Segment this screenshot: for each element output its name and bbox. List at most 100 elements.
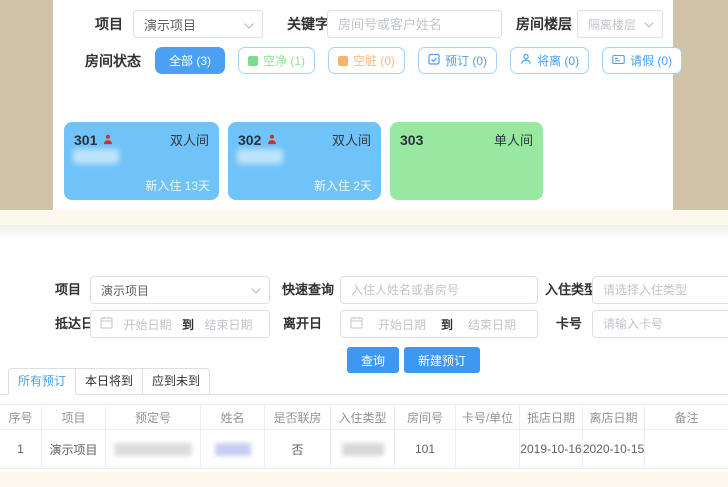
room-status-label: 房间状态 (85, 51, 141, 71)
project-label: 项目 (95, 10, 123, 38)
start-date-placeholder: 开始日期 (116, 316, 179, 333)
status-button-all-label: 全部 (3) (169, 52, 211, 69)
cell-project: 演示项目 (42, 430, 106, 468)
reservation-table: 序号 项目 预定号 姓名 是否联房 入住类型 房间号 卡号/单位 抵店日期 离店… (0, 404, 728, 469)
room-card-302[interactable]: 302 双人间 新入住 2天 (228, 122, 381, 200)
bottom-divider (0, 472, 728, 487)
status-button-all[interactable]: 全部 (3) (155, 47, 225, 74)
header-remark: 备注 (645, 405, 728, 429)
checkin-type-input[interactable] (592, 276, 728, 304)
card-number-label: 卡号 (556, 310, 582, 338)
query-button[interactable]: 查询 (347, 347, 399, 373)
arrival-date-range-picker[interactable]: 开始日期 到 结束日期 (90, 310, 270, 338)
room-type: 单人间 (494, 130, 533, 149)
project-select[interactable]: 演示项目 (133, 10, 263, 38)
table-row[interactable]: 1 演示项目 否 101 2019-10-16 2020-10-15 (0, 430, 728, 469)
redacted-guest-name (237, 149, 283, 164)
calendar-icon (350, 316, 363, 332)
header-project: 项目 (42, 405, 106, 429)
cell-remark (645, 430, 728, 468)
room-card-header: 302 双人间 (238, 130, 371, 149)
status-button-vacant-dirty[interactable]: 空脏 (0) (328, 47, 405, 74)
tab-expected-not-arrived[interactable]: 应到未到 (142, 368, 210, 395)
date-range-separator: 到 (182, 316, 194, 333)
departure-date-label: 离开日 (283, 310, 322, 338)
header-checkin-type: 入住类型 (331, 405, 395, 429)
room-type: 双人间 (332, 130, 371, 149)
room-card-303[interactable]: 303 单人间 (390, 122, 543, 200)
project-select-value: 演示项目 (144, 15, 196, 34)
tab-arriving-today[interactable]: 本日将到 (75, 368, 143, 395)
cell-name (201, 430, 265, 468)
quick-query-label: 快速查询 (282, 276, 334, 304)
status-button-reserved[interactable]: 预订 (0) (418, 47, 497, 74)
room-card-header: 301 双人间 (74, 130, 209, 149)
status-button-dirty-label: 空脏 (0) (353, 52, 395, 69)
table-header-row: 序号 项目 预定号 姓名 是否联房 入住类型 房间号 卡号/单位 抵店日期 离店… (0, 404, 728, 430)
room-note: 新入住 2天 (314, 177, 372, 194)
header-linked-room: 是否联房 (265, 405, 331, 429)
room-number: 302 (238, 132, 261, 148)
status-button-reserved-label: 预订 (0) (445, 52, 487, 69)
quick-query-input[interactable] (340, 276, 538, 304)
card-number-input[interactable] (592, 310, 728, 338)
header-arrival-date: 抵店日期 (520, 405, 583, 429)
id-card-icon (612, 54, 625, 68)
end-date-placeholder: 结束日期 (197, 316, 260, 333)
cell-index: 1 (0, 430, 42, 468)
header-index: 序号 (0, 405, 42, 429)
project-select-value: 演示项目 (101, 282, 149, 299)
status-button-vacant-clean[interactable]: 空净 (1) (238, 47, 315, 74)
guest-red-icon (102, 134, 113, 145)
project-select[interactable]: 演示项目 (90, 276, 270, 304)
calendar-check-icon (428, 53, 440, 68)
status-button-leaving[interactable]: 将离 (0) (510, 47, 589, 74)
status-button-on-leave[interactable]: 请假 (0) (602, 47, 682, 74)
header-departure-date: 离店日期 (583, 405, 645, 429)
header-card-unit: 卡号/单位 (456, 405, 520, 429)
cell-card-unit (456, 430, 520, 468)
chevron-down-icon (644, 17, 654, 31)
keyword-input[interactable] (327, 10, 502, 38)
floor-label: 房间楼层 (516, 10, 572, 38)
cell-reservation-no (106, 430, 201, 468)
project-label: 项目 (55, 276, 81, 304)
room-board-panel: 项目 演示项目 关键字 房间楼层 隔离楼层 房间状态 全部 (3) 空净 (1) (53, 0, 673, 210)
checkin-type-label: 入住类型 (545, 276, 597, 304)
redacted-guest-name (215, 443, 251, 456)
cell-arrival-date: 2019-10-16 (520, 430, 583, 468)
start-date-placeholder: 开始日期 (366, 316, 438, 333)
header-name: 姓名 (201, 405, 265, 429)
reservation-tabs: 所有预订 本日将到 应到未到 (8, 368, 210, 395)
floor-select-placeholder: 隔离楼层 (588, 16, 636, 33)
date-range-separator: 到 (441, 316, 453, 333)
room-status-filter: 房间状态 全部 (3) 空净 (1) 空脏 (0) 预订 (0) (85, 47, 682, 74)
screen: 项目 演示项目 关键字 房间楼层 隔离楼层 房间状态 全部 (3) 空净 (1) (0, 0, 728, 487)
person-icon (520, 53, 532, 68)
room-number: 301 (74, 132, 97, 148)
header-reservation-no: 预定号 (106, 405, 201, 429)
room-number: 303 (400, 132, 423, 148)
floor-select[interactable]: 隔离楼层 (577, 10, 663, 38)
status-button-leaving-label: 将离 (0) (537, 52, 579, 69)
status-button-clean-label: 空净 (1) (263, 52, 305, 69)
header-room-no: 房间号 (395, 405, 456, 429)
arrival-date-label: 抵达日 (55, 310, 94, 338)
status-button-on-leave-label: 请假 (0) (630, 52, 672, 69)
orange-square-icon (338, 56, 348, 66)
room-card-header: 303 单人间 (400, 130, 533, 149)
end-date-placeholder: 结束日期 (456, 316, 528, 333)
room-board-background: 项目 演示项目 关键字 房间楼层 隔离楼层 房间状态 全部 (3) 空净 (1) (0, 0, 728, 210)
chevron-down-icon (251, 283, 261, 297)
calendar-icon (100, 316, 113, 332)
redacted-guest-name (73, 149, 119, 164)
green-square-icon (248, 56, 258, 66)
tab-all-reservations[interactable]: 所有预订 (8, 368, 76, 395)
cell-linked-room: 否 (265, 430, 331, 468)
reservation-panel: 项目 演示项目 快速查询 入住类型 抵达日 开始日期 到 结束日期 离开日 开始… (0, 225, 728, 472)
room-card-301[interactable]: 301 双人间 新入住 13天 (64, 122, 219, 200)
departure-date-range-picker[interactable]: 开始日期 到 结束日期 (340, 310, 538, 338)
section-divider (0, 210, 728, 225)
new-reservation-button[interactable]: 新建预订 (404, 347, 480, 373)
keyword-label: 关键字 (287, 10, 329, 38)
